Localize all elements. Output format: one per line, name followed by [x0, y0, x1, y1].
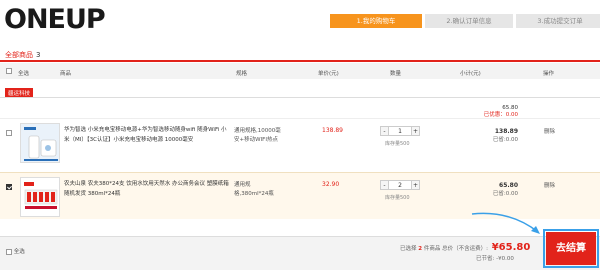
step-confirm-order: 2.确认订单信息 — [425, 14, 513, 28]
subtotal-saved: 已省:0.00 — [492, 137, 518, 143]
cart-footer: 全选 已选择 2 件商品 总价（不含运费）: ¥65.80 已节省: -¥0.0… — [0, 236, 600, 270]
item-checkbox[interactable] — [6, 129, 12, 136]
subtotal-price: 138.89 — [494, 128, 518, 135]
step-my-cart: 1.我的购物车 — [330, 14, 422, 28]
qty-decrease-button[interactable]: - — [380, 180, 389, 190]
unit-price: 32.90 — [322, 181, 340, 188]
qty-increase-button[interactable]: + — [411, 126, 420, 136]
all-goods-count: 3 — [36, 51, 41, 59]
product-image-power-bank[interactable] — [20, 123, 60, 163]
select-all-checkbox-footer[interactable] — [6, 248, 12, 255]
promo-amount: 65.80 — [502, 105, 518, 111]
header-goods: 商品 — [60, 71, 72, 77]
header-select-all: 全选 — [18, 71, 30, 77]
promo-summary: 65.80 已优惠：0.00 — [484, 105, 518, 119]
all-goods-label: 全部商品 — [5, 51, 33, 59]
header-spec: 规格 — [236, 71, 248, 77]
shop-divider — [0, 97, 600, 98]
all-goods-tab[interactable]: 全部商品 3 — [5, 50, 40, 60]
unit-price: 138.89 — [322, 127, 343, 134]
select-all-checkbox-header[interactable] — [6, 68, 12, 74]
header-ops: 操作 — [543, 71, 555, 77]
selected-suffix: 件商品 — [423, 246, 441, 252]
qty-decrease-button[interactable]: - — [380, 126, 389, 136]
product-name-link[interactable]: 农夫山泉 农夫380*24支 饮用水饮用天然水 办公商务会议 塑膜纸箱随机发货 … — [64, 179, 229, 199]
item-checkbox[interactable] — [6, 183, 12, 190]
logo[interactable]: ONEUP — [4, 4, 106, 35]
selection-summary: 已选择 2 件商品 总价（不含运费）: ¥65.80 — [400, 242, 530, 253]
table-header: 全选 商品 规格 单价(元) 数量 小计(元) 操作 — [0, 63, 600, 79]
qty-increase-button[interactable]: + — [411, 180, 420, 190]
quantity-stepper: - 1 + — [380, 126, 420, 136]
header-subtotal: 小计(元) — [460, 71, 481, 77]
total-saved: 已节省: -¥0.00 — [476, 256, 514, 262]
selected-prefix: 已选择 — [400, 246, 417, 252]
table-row: 华为智选 小米充电宝移动电源+华为智选移动随身wifi 随身WiFi 小米（MI… — [0, 118, 600, 165]
logo-text: ONEUP — [4, 4, 106, 35]
delete-link[interactable]: 删除 — [544, 127, 555, 135]
product-image-water[interactable] — [20, 177, 60, 217]
header-qty: 数量 — [390, 71, 402, 77]
checkout-steps: 1.我的购物车 2.确认订单信息 3.成功提交订单 — [330, 14, 600, 28]
product-name-link[interactable]: 华为智选 小米充电宝移动电源+华为智选移动随身wifi 随身WiFi 小米（MI… — [64, 125, 229, 145]
subtotal-cell: 138.89 已省:0.00 — [493, 127, 518, 145]
footer-select-all[interactable]: 全选 — [6, 247, 25, 255]
product-spec: 通用规格,10000毫安+移动WIFI热点 — [234, 128, 281, 143]
subtotal-price: 65.80 — [499, 182, 518, 189]
stock-text: 库存量500 — [385, 141, 410, 147]
tab-underline — [0, 60, 600, 62]
quantity-stepper: - 2 + — [380, 180, 420, 190]
subtotal-saved: 已省:0.00 — [492, 191, 518, 197]
delete-link[interactable]: 删除 — [544, 181, 555, 189]
subtotal-cell: 65.80 已省:0.00 — [493, 181, 518, 199]
stock-text: 库存量500 — [385, 195, 410, 201]
selected-count: 2 — [418, 246, 423, 252]
total-price: ¥65.80 — [491, 242, 531, 253]
checkout-button[interactable]: 去结算 — [543, 229, 599, 268]
step-order-submitted: 3.成功提交订单 — [516, 14, 600, 28]
qty-input[interactable]: 2 — [389, 180, 411, 190]
header-unit-price: 单价(元) — [318, 71, 339, 77]
footer-select-all-label: 全选 — [13, 249, 25, 255]
qty-input[interactable]: 1 — [389, 126, 411, 136]
table-row: 农夫山泉 农夫380*24支 饮用水饮用天然水 办公商务会议 塑膜纸箱随机发货 … — [0, 172, 600, 219]
total-label: 总价（不含运费）: — [442, 246, 488, 252]
product-spec: 通用规格,380ml*24瓶 — [234, 182, 274, 197]
